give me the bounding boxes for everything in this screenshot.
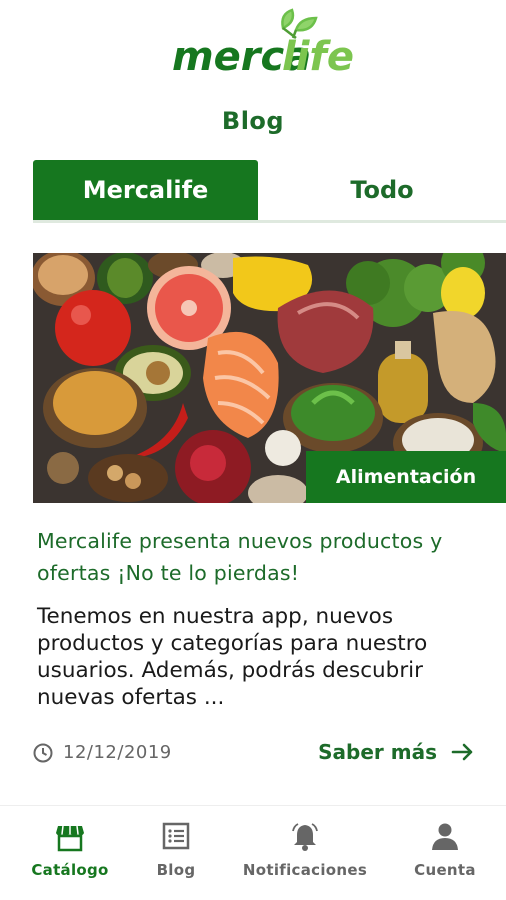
read-more-label: Saber más — [318, 740, 437, 764]
nav-label-catalogo: Catálogo — [31, 861, 109, 879]
blog-tabs: Mercalife Todo — [33, 160, 506, 223]
nav-label-notificaciones: Notificaciones — [242, 861, 368, 879]
arrow-right-icon — [451, 743, 473, 761]
mercalife-logo: merca life — [172, 8, 354, 78]
user-icon — [432, 823, 458, 850]
bell-icon — [292, 823, 318, 851]
post-title[interactable]: Mercalife presenta nuevos productos y of… — [37, 525, 477, 589]
nav-item-catalogo[interactable]: Catálogo — [20, 806, 120, 900]
nav-label-cuenta: Cuenta — [414, 861, 476, 879]
nav-label-blog: Blog — [156, 861, 196, 879]
tab-todo[interactable]: Todo — [258, 160, 506, 220]
post-date: 12/12/2019 — [63, 742, 172, 763]
nav-item-blog[interactable]: Blog — [126, 806, 226, 900]
list-icon — [162, 822, 190, 850]
clock-icon — [33, 743, 53, 763]
read-more-link[interactable]: Saber más — [318, 740, 475, 764]
category-badge: Alimentación — [306, 451, 506, 503]
post-excerpt: Tenemos en nuestra app, nuevos productos… — [37, 604, 428, 710]
store-icon — [56, 825, 84, 852]
post-meta: 12/12/2019 Saber más — [33, 740, 483, 770]
logo-text-life: life — [282, 34, 354, 78]
tab-mercalife[interactable]: Mercalife — [33, 160, 258, 220]
nav-item-cuenta[interactable]: Cuenta — [395, 806, 495, 900]
tab-underline — [33, 220, 506, 223]
post-image[interactable]: Alimentación — [33, 253, 506, 503]
page-title: Blog — [221, 107, 285, 135]
nav-item-notificaciones[interactable]: Notificaciones — [240, 806, 370, 900]
bottom-nav: Catálogo Blog Notificaciones Cuenta — [0, 806, 506, 900]
